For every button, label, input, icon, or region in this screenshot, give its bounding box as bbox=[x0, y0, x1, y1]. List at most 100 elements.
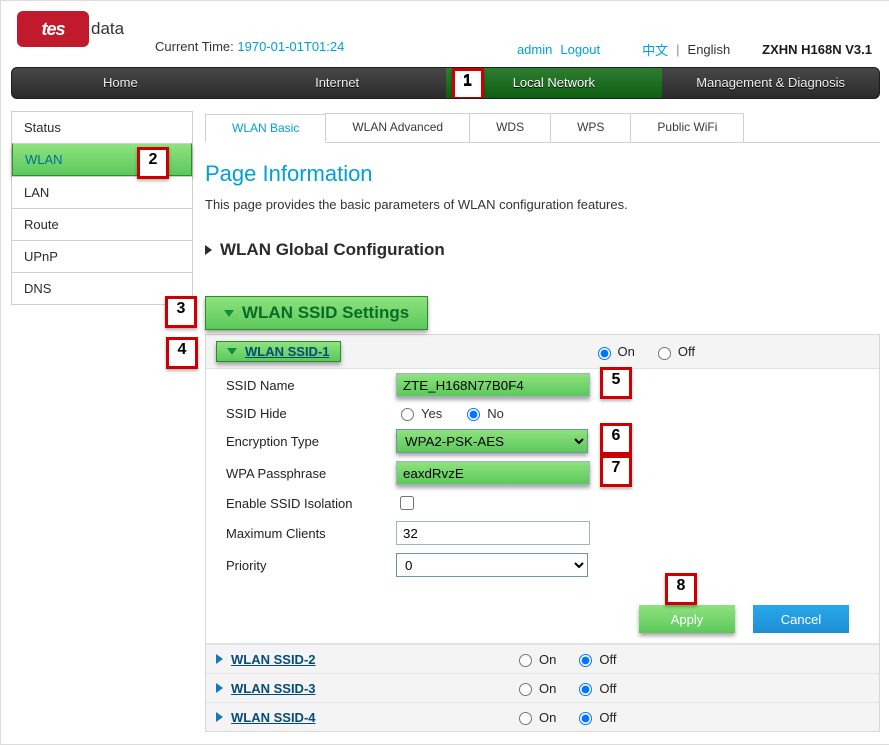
ssid-3-header-row: WLAN SSID-3 On Off bbox=[206, 673, 879, 702]
ssid-settings-panel: 4 WLAN SSID-1 On Off SSID N bbox=[205, 334, 880, 732]
on-label: On bbox=[618, 344, 635, 359]
nav-local-network[interactable]: Local Network 1 bbox=[446, 68, 663, 98]
ssid-1-form: SSID Name 5 SSID Hide Yes No bbox=[206, 368, 879, 644]
section-global-config[interactable]: WLAN Global Configuration bbox=[205, 234, 880, 266]
ssid-3-on-radio[interactable] bbox=[519, 683, 532, 696]
current-time-value: 1970-01-01T01:24 bbox=[237, 39, 344, 54]
tab-wlan-basic[interactable]: WLAN Basic bbox=[205, 114, 326, 143]
annotation-3: 3 bbox=[165, 296, 197, 328]
ssid-1-link[interactable]: WLAN SSID-1 bbox=[245, 344, 330, 359]
annotation-2: 2 bbox=[137, 147, 169, 179]
sidebar-item-route[interactable]: Route bbox=[12, 208, 192, 240]
ssid-isolation-label: Enable SSID Isolation bbox=[226, 496, 396, 511]
cancel-button[interactable]: Cancel bbox=[753, 605, 849, 633]
on-label: On bbox=[539, 681, 556, 696]
caret-down-icon bbox=[227, 348, 237, 355]
page-title: Page Information bbox=[205, 161, 880, 187]
logo-suffix: data bbox=[91, 19, 124, 39]
lang-separator: | bbox=[676, 42, 679, 57]
ssid-hide-no-radio[interactable] bbox=[467, 408, 480, 421]
priority-label: Priority bbox=[226, 558, 396, 573]
caret-right-icon bbox=[205, 245, 212, 255]
lang-english: English bbox=[688, 42, 731, 57]
ssid-4-off-radio[interactable] bbox=[579, 712, 592, 725]
tab-public-wifi[interactable]: Public WiFi bbox=[630, 113, 744, 142]
ssid-2-link[interactable]: WLAN SSID-2 bbox=[231, 652, 316, 667]
wpa-pass-input[interactable] bbox=[396, 461, 590, 485]
on-label: On bbox=[539, 652, 556, 667]
tab-wps[interactable]: WPS bbox=[550, 113, 631, 142]
yes-label: Yes bbox=[421, 406, 442, 421]
main-nav: Home Internet Local Network 1 Management… bbox=[11, 67, 880, 99]
ssid-name-input[interactable] bbox=[396, 373, 590, 397]
ssid-hide-yes-radio[interactable] bbox=[401, 408, 414, 421]
sidebar-item-lan[interactable]: LAN bbox=[12, 176, 192, 208]
max-clients-input[interactable] bbox=[396, 521, 590, 545]
encryption-type-select[interactable]: WPA2-PSK-AES bbox=[396, 429, 588, 453]
current-time: Current Time: 1970-01-01T01:24 bbox=[155, 39, 344, 54]
ssid-name-label: SSID Name bbox=[226, 378, 396, 393]
ssid-3-off-radio[interactable] bbox=[579, 683, 592, 696]
ssid-2-header-row: WLAN SSID-2 On Off bbox=[206, 644, 879, 673]
ssid-1-off-radio[interactable] bbox=[658, 347, 671, 360]
annotation-8: 8 bbox=[665, 573, 697, 605]
tab-wlan-advanced[interactable]: WLAN Advanced bbox=[325, 113, 470, 142]
caret-down-icon bbox=[224, 310, 234, 317]
tab-wds[interactable]: WDS bbox=[469, 113, 551, 142]
apply-button[interactable]: Apply bbox=[639, 605, 735, 633]
nav-home[interactable]: Home bbox=[12, 68, 229, 98]
annotation-4: 4 bbox=[166, 337, 198, 369]
off-label: Off bbox=[599, 710, 616, 725]
off-label: Off bbox=[599, 681, 616, 696]
ssid-3-toggle[interactable]: WLAN SSID-3 bbox=[216, 681, 496, 696]
section-ssid-settings[interactable]: WLAN SSID Settings bbox=[205, 296, 428, 330]
nav-internet[interactable]: Internet bbox=[229, 68, 446, 98]
no-label: No bbox=[487, 406, 504, 421]
content-area: WLAN Basic WLAN Advanced WDS WPS Public … bbox=[205, 111, 880, 732]
off-label: Off bbox=[599, 652, 616, 667]
logout-link[interactable]: Logout bbox=[560, 42, 600, 57]
nav-management[interactable]: Management & Diagnosis bbox=[662, 68, 879, 98]
on-label: On bbox=[539, 710, 556, 725]
section-ssid-label: WLAN SSID Settings bbox=[242, 303, 409, 323]
section-global-label: WLAN Global Configuration bbox=[220, 240, 445, 260]
page-description: This page provides the basic parameters … bbox=[205, 197, 880, 212]
user-link[interactable]: admin bbox=[517, 42, 552, 57]
ssid-1-toggle[interactable]: WLAN SSID-1 bbox=[216, 341, 341, 362]
annotation-5: 5 bbox=[600, 367, 632, 399]
ssid-2-toggle[interactable]: WLAN SSID-2 bbox=[216, 652, 496, 667]
caret-right-icon bbox=[216, 683, 223, 693]
max-clients-label: Maximum Clients bbox=[226, 526, 396, 541]
ssid-4-toggle[interactable]: WLAN SSID-4 bbox=[216, 710, 496, 725]
nav-local-network-label: Local Network bbox=[513, 75, 595, 90]
ssid-2-on-radio[interactable] bbox=[519, 654, 532, 667]
logo-badge: tes bbox=[17, 11, 89, 47]
current-time-label: Current Time: bbox=[155, 39, 234, 54]
subnav: WLAN Basic WLAN Advanced WDS WPS Public … bbox=[205, 113, 880, 143]
off-label: Off bbox=[678, 344, 695, 359]
ssid-3-link[interactable]: WLAN SSID-3 bbox=[231, 681, 316, 696]
annotation-7: 7 bbox=[600, 455, 632, 487]
priority-select[interactable]: 0 bbox=[396, 553, 588, 577]
caret-right-icon bbox=[216, 654, 223, 664]
wpa-pass-label: WPA Passphrase bbox=[226, 466, 396, 481]
annotation-1: 1 bbox=[452, 68, 484, 99]
top-links: admin Logout 中文 | English ZXHN H168N V3.… bbox=[517, 40, 872, 59]
ssid-4-header-row: WLAN SSID-4 On Off bbox=[206, 702, 879, 731]
ssid-1-header-row: 4 WLAN SSID-1 On Off bbox=[206, 335, 879, 368]
device-model: ZXHN H168N V3.1 bbox=[762, 42, 872, 57]
encryption-type-label: Encryption Type bbox=[226, 434, 396, 449]
sidebar: Status WLAN LAN Route UPnP DNS bbox=[11, 111, 193, 305]
sidebar-item-upnp[interactable]: UPnP bbox=[12, 240, 192, 272]
sidebar-item-status[interactable]: Status bbox=[12, 111, 192, 143]
ssid-hide-label: SSID Hide bbox=[226, 406, 396, 421]
ssid-1-on-radio[interactable] bbox=[598, 347, 611, 360]
lang-chinese-link[interactable]: 中文 bbox=[642, 40, 668, 59]
ssid-isolation-checkbox[interactable] bbox=[400, 496, 414, 510]
logo-badge-text: tes bbox=[41, 19, 64, 40]
ssid-2-off-radio[interactable] bbox=[579, 654, 592, 667]
ssid-4-link[interactable]: WLAN SSID-4 bbox=[231, 710, 316, 725]
ssid-4-on-radio[interactable] bbox=[519, 712, 532, 725]
annotation-6: 6 bbox=[600, 423, 632, 455]
caret-right-icon bbox=[216, 712, 223, 722]
